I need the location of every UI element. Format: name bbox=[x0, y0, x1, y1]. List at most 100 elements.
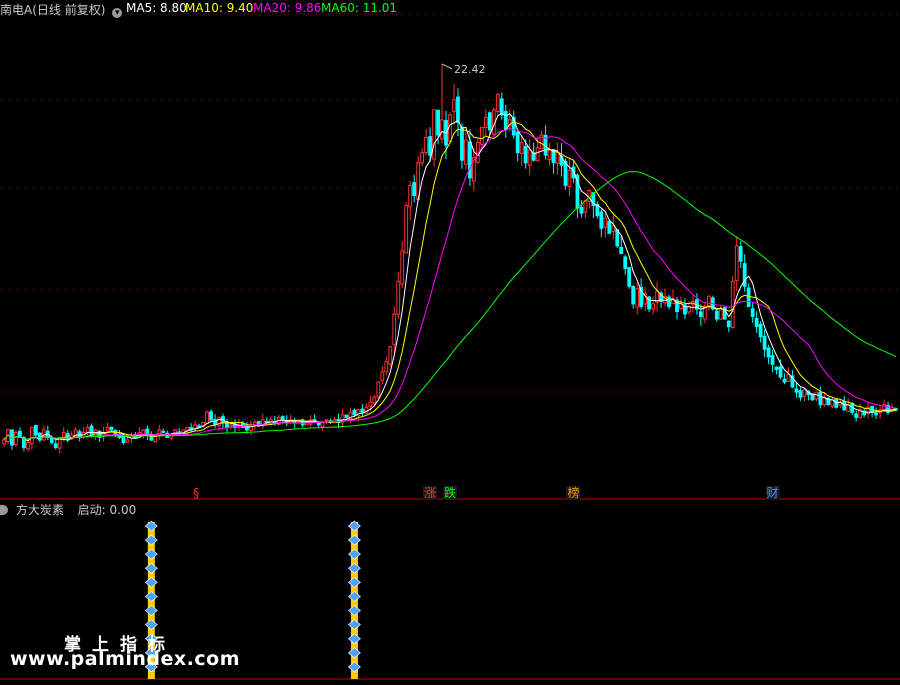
signal-diamond bbox=[144, 605, 158, 616]
candle-body bbox=[814, 391, 819, 400]
signal-diamond bbox=[347, 520, 361, 532]
candle-body bbox=[25, 442, 30, 450]
candle-body bbox=[2, 439, 6, 445]
candle-body bbox=[738, 246, 743, 262]
candle-body bbox=[487, 112, 492, 131]
candle-body bbox=[519, 142, 524, 154]
candle-body bbox=[579, 206, 584, 214]
candle-body bbox=[161, 430, 166, 433]
candle-body bbox=[770, 355, 775, 365]
ma10-line bbox=[3, 121, 897, 441]
candle-body bbox=[468, 141, 472, 179]
candle-body bbox=[360, 408, 365, 413]
candle-body bbox=[479, 126, 484, 145]
candle-body bbox=[834, 398, 839, 408]
candle-body bbox=[105, 426, 110, 432]
signal-diamond bbox=[347, 633, 361, 645]
candle-body bbox=[758, 323, 763, 338]
candle-body bbox=[404, 205, 409, 254]
candle-body bbox=[555, 152, 560, 164]
candle-body bbox=[742, 263, 747, 287]
candle-body bbox=[33, 425, 38, 436]
candle-body bbox=[205, 411, 209, 425]
candle-body bbox=[718, 308, 723, 320]
candle-body bbox=[376, 381, 381, 398]
candle-body bbox=[774, 366, 779, 370]
candle-body bbox=[515, 131, 520, 154]
candle-body bbox=[607, 221, 612, 234]
ma5-line bbox=[3, 112, 897, 442]
candle-body bbox=[428, 136, 432, 156]
candle-body bbox=[698, 311, 703, 318]
candle-body bbox=[320, 421, 325, 428]
event-marker[interactable]: 榜 bbox=[566, 486, 581, 500]
max-price-pointer bbox=[441, 63, 453, 70]
candle-body bbox=[778, 366, 783, 378]
candle-body bbox=[460, 126, 464, 161]
event-marker[interactable]: § bbox=[192, 486, 200, 500]
candle-body bbox=[794, 388, 799, 393]
candle-body bbox=[535, 147, 540, 162]
candle-body bbox=[177, 431, 182, 434]
candle-body bbox=[567, 169, 572, 187]
candle-body bbox=[344, 414, 349, 418]
dropdown-circle-icon[interactable]: ▾ bbox=[112, 8, 123, 18]
candle-body bbox=[440, 119, 444, 140]
candle-body bbox=[121, 435, 126, 444]
candle-body bbox=[623, 256, 628, 270]
signal-diamond bbox=[144, 534, 158, 546]
candle-body bbox=[730, 280, 735, 329]
signal-diamond bbox=[347, 591, 361, 602]
candle-body bbox=[495, 94, 500, 113]
candle-body bbox=[503, 111, 508, 131]
candle-body bbox=[611, 225, 616, 232]
signal-diamond bbox=[144, 520, 158, 532]
candle-body bbox=[854, 413, 859, 418]
candle-body bbox=[599, 211, 604, 229]
indicator-name: 方大炭素 bbox=[15, 503, 64, 517]
candle-body bbox=[436, 109, 440, 136]
signal-diamond bbox=[347, 647, 361, 659]
candle-body bbox=[818, 391, 823, 406]
candle-body bbox=[229, 424, 233, 427]
candle-body bbox=[798, 390, 803, 398]
indicator-header: 方大炭素 启动: 0.00 bbox=[0, 501, 136, 518]
candle-body bbox=[726, 320, 731, 328]
candle-body bbox=[89, 425, 94, 436]
candle-body bbox=[14, 431, 18, 446]
candle-body bbox=[388, 346, 393, 365]
candle-body bbox=[619, 246, 624, 254]
candle-body bbox=[734, 245, 739, 281]
ma-legend-item: MA20: 9.86 bbox=[253, 1, 322, 15]
stock-title: 南电A(日线 前复权) bbox=[0, 3, 106, 17]
chart-stage[interactable]: 22.42 南电A(日线 前复权) ▾ MA5: 8.80 MA10: 9.40 M… bbox=[0, 0, 900, 681]
candle-body bbox=[185, 426, 190, 431]
candle-body bbox=[280, 416, 285, 421]
candle-body bbox=[651, 303, 655, 310]
signal-diamond bbox=[347, 562, 361, 574]
event-marker[interactable]: 跌 bbox=[443, 486, 458, 500]
max-price-label: 22.42 bbox=[454, 63, 486, 76]
watermark-url: www.palmindex.com bbox=[10, 648, 241, 670]
kline-chart[interactable]: 22.42 bbox=[0, 0, 900, 681]
candle-body bbox=[368, 401, 373, 407]
candle-body bbox=[424, 137, 429, 153]
candle-body bbox=[635, 288, 640, 308]
candle-body bbox=[452, 99, 456, 112]
indicator-circle-icon[interactable] bbox=[0, 505, 8, 515]
candle-body bbox=[432, 109, 436, 160]
candle-body bbox=[400, 250, 405, 285]
event-marker[interactable]: 涨 bbox=[423, 486, 438, 500]
signal-diamond bbox=[347, 619, 361, 631]
ma20-line bbox=[3, 127, 897, 441]
event-marker[interactable]: 财 bbox=[765, 486, 780, 500]
candle-body bbox=[209, 411, 213, 421]
candle-body bbox=[109, 426, 114, 431]
signal-diamond bbox=[144, 548, 158, 560]
candle-body bbox=[750, 308, 755, 317]
signal-diamond bbox=[347, 534, 361, 546]
candle-body bbox=[483, 116, 488, 128]
ma-legend-item: MA60: 11.01 bbox=[321, 1, 398, 15]
signal-diamond bbox=[347, 661, 361, 673]
candle-body bbox=[782, 378, 787, 383]
